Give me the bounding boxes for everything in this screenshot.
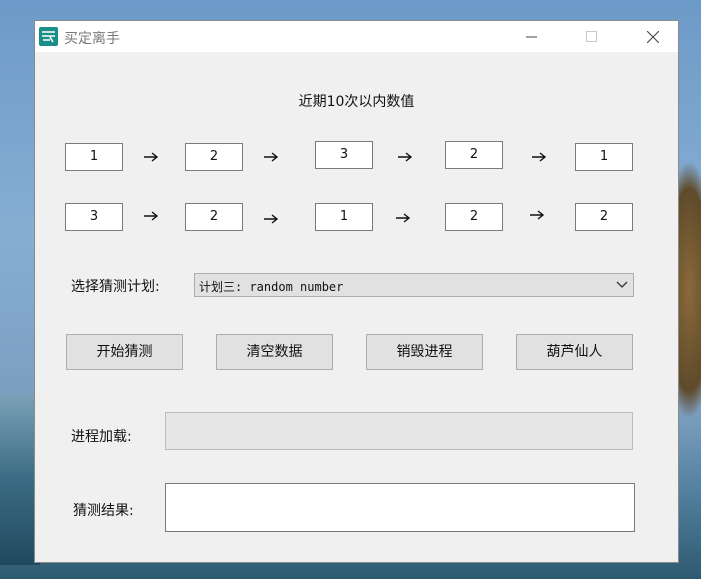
start-guess-button[interactable]: 开始猜测 bbox=[66, 334, 183, 370]
result-label: 猜测结果: bbox=[73, 503, 134, 519]
arrow-right-icon bbox=[144, 152, 159, 162]
arrow-right-icon bbox=[264, 152, 279, 162]
gourd-immortal-button[interactable]: 葫芦仙人 bbox=[516, 334, 633, 370]
value-box-r2-4: 2 bbox=[445, 203, 503, 231]
plan-select-value: 计划三: random number bbox=[199, 280, 344, 294]
chevron-down-icon bbox=[616, 281, 628, 288]
app-icon bbox=[39, 27, 58, 46]
window-title: 买定离手 bbox=[64, 31, 120, 47]
close-button[interactable] bbox=[629, 21, 675, 52]
value-box-r2-1: 3 bbox=[65, 203, 123, 231]
app-window: 买定离手 近期10次以内数值 1 2 3 2 1 3 2 1 2 2 选择猜测计… bbox=[34, 20, 679, 563]
value-box-r1-3: 3 bbox=[315, 141, 373, 169]
destroy-process-button[interactable]: 销毁进程 bbox=[366, 334, 483, 370]
value-box-r1-4: 2 bbox=[445, 141, 503, 169]
value-box-r2-5: 2 bbox=[575, 203, 633, 231]
arrow-right-icon bbox=[398, 152, 413, 162]
close-icon bbox=[647, 31, 659, 43]
arrow-right-icon bbox=[264, 214, 279, 224]
minimize-icon bbox=[526, 36, 537, 38]
plan-select[interactable]: 计划三: random number bbox=[194, 273, 634, 297]
result-field[interactable] bbox=[165, 483, 635, 532]
recent-values-heading: 近期10次以内数值 bbox=[298, 94, 415, 110]
plan-label: 选择猜测计划: bbox=[71, 279, 160, 295]
title-bar: 买定离手 bbox=[35, 21, 678, 52]
arrow-right-icon bbox=[532, 152, 547, 162]
value-box-r1-5: 1 bbox=[575, 143, 633, 171]
maximize-button[interactable] bbox=[568, 21, 614, 52]
maximize-icon bbox=[586, 31, 597, 42]
progress-label: 进程加载: bbox=[71, 429, 132, 445]
arrow-right-icon bbox=[530, 210, 545, 220]
value-box-r2-3: 1 bbox=[315, 203, 373, 231]
progress-bar bbox=[165, 412, 633, 450]
clear-data-button[interactable]: 清空数据 bbox=[216, 334, 333, 370]
value-box-r1-1: 1 bbox=[65, 143, 123, 171]
value-box-r2-2: 2 bbox=[185, 203, 243, 231]
minimize-button[interactable] bbox=[508, 21, 554, 52]
arrow-right-icon bbox=[144, 211, 159, 221]
arrow-right-icon bbox=[396, 213, 411, 223]
value-box-r1-2: 2 bbox=[185, 143, 243, 171]
